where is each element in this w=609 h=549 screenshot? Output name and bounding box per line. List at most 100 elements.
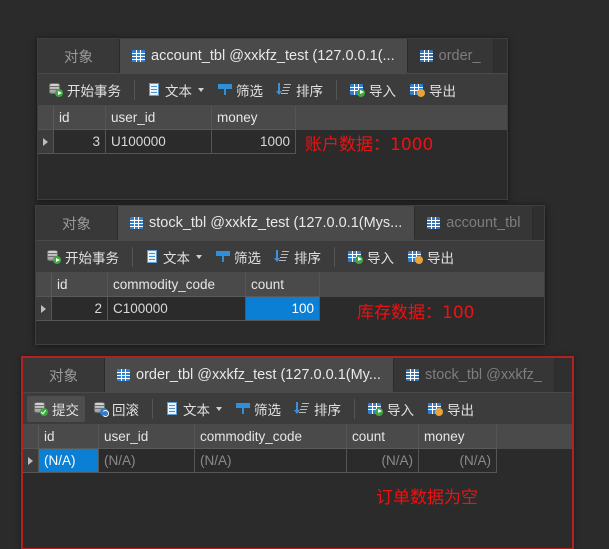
account-table-panel: 对象 account_tbl @xxkfz_test (127.0.0.1(..…	[37, 38, 508, 200]
import-button[interactable]: 导入	[362, 396, 420, 422]
import-icon	[368, 402, 383, 416]
tab-objects[interactable]: 对象	[36, 206, 118, 240]
begin-transaction-button[interactable]: 开始事务	[42, 77, 127, 103]
text-view-button[interactable]: 文本	[140, 244, 208, 270]
table-icon	[419, 50, 433, 62]
grid-empty-area	[36, 321, 544, 344]
sort-label: 排序	[294, 250, 321, 266]
tab-account-tbl-inactive[interactable]: account_tbl	[415, 206, 534, 240]
text-view-label: 文本	[165, 83, 192, 99]
tab-account-tbl-inactive-label: account_tbl	[446, 215, 521, 231]
filter-label: 筛选	[236, 83, 263, 99]
tab-stock-tbl-inactive-label: stock_tbl @xxkfz_	[424, 367, 542, 383]
cell-id[interactable]: (N/A)	[39, 449, 99, 473]
tab-objects-label: 对象	[49, 368, 78, 385]
cell-commodity-code[interactable]: C100000	[108, 297, 246, 321]
tab-order-tbl[interactable]: order_tbl @xxkfz_test (127.0.0.1(My...	[105, 358, 394, 392]
cell-count[interactable]: 100	[246, 297, 320, 321]
text-view-button[interactable]: 文本	[160, 396, 228, 422]
tab-account-tbl[interactable]: account_tbl @xxkfz_test (127.0.0.1(...	[120, 39, 408, 73]
sort-icon	[275, 82, 292, 97]
table-icon	[405, 369, 419, 381]
grid-empty-area	[23, 473, 572, 548]
import-label: 导入	[367, 250, 394, 266]
export-label: 导出	[447, 402, 474, 418]
grid-empty-area	[38, 154, 507, 199]
commit-button[interactable]: 提交	[27, 395, 85, 422]
table-icon	[130, 216, 143, 229]
tab-stock-tbl[interactable]: stock_tbl @xxkfz_test (127.0.0.1(Mys...	[118, 206, 416, 240]
rollback-button[interactable]: 回滚	[87, 396, 145, 422]
column-header-id[interactable]: id	[54, 106, 106, 130]
order-table-panel: 对象 order_tbl @xxkfz_test (127.0.0.1(My..…	[22, 357, 573, 549]
text-view-button[interactable]: 文本	[142, 77, 210, 103]
export-button[interactable]: 导出	[404, 77, 462, 103]
commit-icon	[33, 401, 48, 416]
row-gutter-current[interactable]	[23, 449, 39, 473]
column-header-user-id[interactable]: user_id	[106, 106, 212, 130]
chevron-down-icon[interactable]	[196, 254, 202, 259]
sort-button[interactable]: 排序	[271, 77, 329, 103]
filter-button[interactable]: 筛选	[210, 244, 267, 270]
grid-header-row: id user_id commodity_code count money	[23, 425, 572, 449]
filter-button[interactable]: 筛选	[230, 396, 287, 422]
chevron-down-icon[interactable]	[198, 87, 204, 92]
export-button[interactable]: 导出	[422, 396, 480, 422]
column-header-money[interactable]: money	[419, 425, 497, 449]
stock-table-panel: 对象 stock_tbl @xxkfz_test (127.0.0.1(Mys.…	[35, 205, 545, 345]
tab-account-tbl-label: account_tbl @xxkfz_test (127.0.0.1(...	[151, 47, 395, 64]
grid-header-row: id commodity_code count	[36, 273, 544, 297]
order-data-grid[interactable]: id user_id commodity_code count money (N…	[23, 425, 572, 548]
cell-money[interactable]: (N/A)	[419, 449, 497, 473]
table-row[interactable]: 3 U100000 1000	[38, 130, 507, 154]
cell-user-id[interactable]: (N/A)	[99, 449, 195, 473]
cell-id[interactable]: 3	[54, 130, 106, 154]
tab-order-tbl-partial[interactable]: order_	[407, 39, 494, 73]
begin-transaction-button[interactable]: 开始事务	[40, 244, 125, 270]
text-view-label: 文本	[183, 402, 210, 418]
filter-icon	[218, 82, 232, 97]
column-header-id[interactable]: id	[39, 425, 99, 449]
column-header-count[interactable]: count	[246, 273, 320, 297]
table-row[interactable]: (N/A) (N/A) (N/A) (N/A) (N/A)	[23, 449, 572, 473]
cell-commodity-code[interactable]: (N/A)	[195, 449, 347, 473]
tab-objects[interactable]: 对象	[38, 39, 120, 73]
import-label: 导入	[369, 83, 396, 99]
toolbar-separator	[134, 79, 135, 100]
export-button[interactable]: 导出	[402, 244, 460, 270]
cell-money[interactable]: 1000	[212, 130, 296, 154]
row-gutter-current[interactable]	[38, 130, 54, 154]
cell-id[interactable]: 2	[52, 297, 108, 321]
cell-user-id[interactable]: U100000	[106, 130, 212, 154]
sort-button[interactable]: 排序	[269, 244, 327, 270]
stock-panel-toolbar: 开始事务 文本 筛选 排序 导入 导出	[36, 241, 544, 273]
row-gutter-current[interactable]	[36, 297, 52, 321]
import-button[interactable]: 导入	[342, 244, 400, 270]
sort-button[interactable]: 排序	[289, 396, 347, 422]
export-label: 导出	[427, 250, 454, 266]
rollback-icon	[93, 401, 109, 417]
column-header-user-id[interactable]: user_id	[99, 425, 195, 449]
export-icon	[408, 250, 423, 264]
column-header-id[interactable]: id	[52, 273, 108, 297]
filter-button[interactable]: 筛选	[212, 77, 269, 103]
import-button[interactable]: 导入	[344, 77, 402, 103]
account-data-grid[interactable]: id user_id money 3 U100000 1000	[38, 106, 507, 199]
filter-label: 筛选	[254, 402, 281, 418]
toolbar-separator	[336, 79, 337, 100]
tab-stock-tbl-inactive[interactable]: stock_tbl @xxkfz_	[393, 358, 555, 392]
column-header-commodity-code[interactable]: commodity_code	[108, 273, 246, 297]
column-header-count[interactable]: count	[347, 425, 419, 449]
tab-objects[interactable]: 对象	[23, 358, 105, 392]
sort-label: 排序	[296, 83, 323, 99]
order-panel-toolbar: 提交 回滚 文本 筛选 排序 导入 导出	[23, 393, 572, 425]
column-header-money[interactable]: money	[212, 106, 296, 130]
account-annotation: 账户数据：1000	[305, 135, 434, 155]
chevron-down-icon[interactable]	[216, 406, 222, 411]
text-icon	[148, 82, 161, 97]
text-view-label: 文本	[163, 250, 190, 266]
cell-count[interactable]: (N/A)	[347, 449, 419, 473]
import-icon	[350, 83, 365, 97]
import-label: 导入	[387, 402, 414, 418]
column-header-commodity-code[interactable]: commodity_code	[195, 425, 347, 449]
